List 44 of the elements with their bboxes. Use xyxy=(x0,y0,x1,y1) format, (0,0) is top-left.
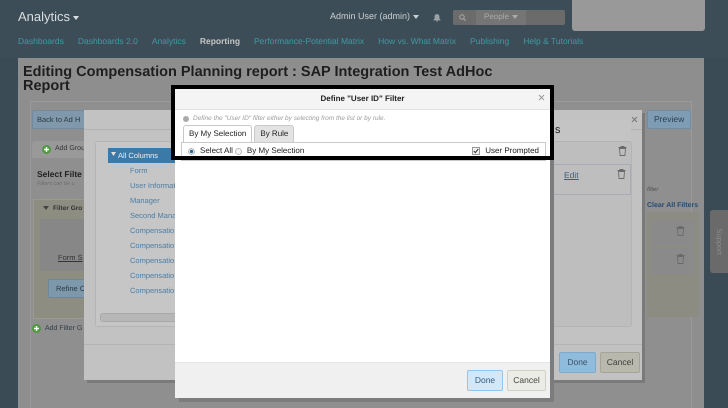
radio-label: Select All xyxy=(200,145,233,158)
nav-link[interactable]: How vs. What Matrix xyxy=(378,35,456,48)
caret-icon xyxy=(43,206,49,210)
cancel-button[interactable]: Cancel xyxy=(507,370,546,391)
dialog-title: Define "User ID" Filter xyxy=(320,92,405,104)
close-icon[interactable] xyxy=(538,94,545,102)
trash-icon[interactable] xyxy=(618,146,627,156)
page-title: Editing Compensation Planning report : SAP Integration Test AdHoc Report xyxy=(23,65,493,93)
caret-icon xyxy=(413,14,419,19)
plus-icon xyxy=(32,324,41,334)
nav-link[interactable]: Performance-Potential Matrix xyxy=(254,35,364,48)
tab[interactable]: By Rule xyxy=(254,124,294,142)
edit-link[interactable]: Edit xyxy=(564,169,579,182)
user-menu[interactable]: Admin User (admin) xyxy=(330,10,419,24)
search-icon xyxy=(459,14,466,20)
tab[interactable]: By My Selection xyxy=(183,124,252,142)
expand-icon xyxy=(111,152,116,156)
nav-link[interactable]: Publishing xyxy=(470,35,510,48)
trash-icon[interactable] xyxy=(676,254,685,264)
radio-label: By My Selection xyxy=(246,145,304,158)
preview-button[interactable]: Preview xyxy=(647,110,692,129)
checkbox-label: User Prompted xyxy=(485,145,539,158)
nav-link[interactable]: Dashboards xyxy=(18,35,64,48)
trash-icon[interactable] xyxy=(617,169,626,179)
radio-button[interactable] xyxy=(188,148,195,155)
app-menu[interactable]: Analytics xyxy=(18,7,80,27)
info-icon xyxy=(183,116,189,122)
nav-link[interactable]: Analytics xyxy=(152,35,186,48)
caret-icon xyxy=(73,16,80,20)
nav-link[interactable]: Dashboards 2.0 xyxy=(78,35,138,48)
close-icon[interactable] xyxy=(631,116,638,123)
nav-link[interactable]: Reporting xyxy=(200,35,240,48)
caret-icon xyxy=(512,15,518,19)
checkbox[interactable] xyxy=(472,147,480,156)
panel-heading-text: s xyxy=(555,124,560,136)
done-button[interactable]: Done xyxy=(559,352,596,373)
done-button[interactable]: Done xyxy=(467,370,503,391)
nav-link[interactable]: Help & Tutorials xyxy=(523,35,584,48)
plus-icon xyxy=(42,144,51,154)
section-title: Select Filte xyxy=(37,168,82,180)
trash-icon[interactable] xyxy=(676,226,685,236)
cancel-button[interactable]: Cancel xyxy=(600,352,640,373)
bell-icon[interactable] xyxy=(433,12,441,22)
radio-button[interactable] xyxy=(234,148,242,155)
